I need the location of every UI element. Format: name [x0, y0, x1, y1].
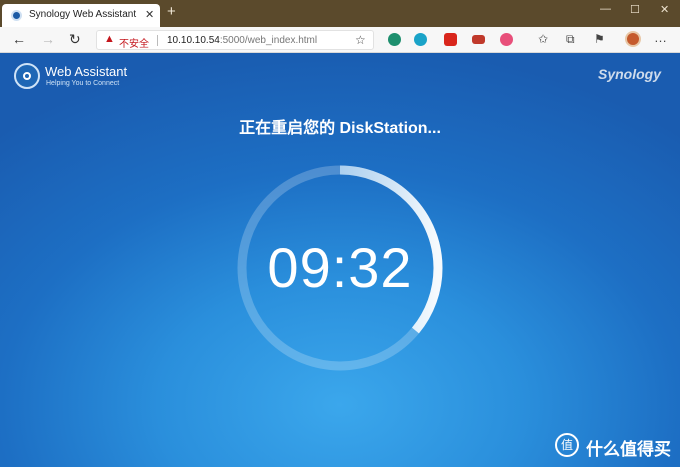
reboot-status-text: 正在重启您的 DiskStation...: [239, 120, 441, 137]
back-button[interactable]: ←: [12, 31, 26, 47]
address-bar[interactable]: ▲ 不安全 10.10.10.54:5000/web_index.html ☆: [96, 30, 374, 50]
warning-icon: ▲: [104, 33, 115, 45]
tab-title: Synology Web Assistant: [29, 9, 137, 20]
url-text: 10.10.10.54:5000/web_index.html: [167, 35, 317, 46]
favorites-icon[interactable]: ✩: [538, 32, 548, 46]
new-tab-button[interactable]: +: [167, 4, 176, 20]
synology-brand: Synology: [598, 66, 662, 82]
extension-green-icon[interactable]: [388, 33, 401, 46]
maximize-button[interactable]: ☐: [630, 3, 640, 16]
watermark-text: 什么值得买: [586, 440, 671, 459]
close-window-button[interactable]: ✕: [660, 3, 669, 16]
refresh-button[interactable]: ↻: [69, 31, 81, 47]
tab-close-icon[interactable]: ✕: [145, 8, 154, 21]
countdown-timer: 09:32: [267, 236, 413, 299]
logo-title: Web Assistant: [45, 64, 128, 79]
web-assistant-logo-icon: [14, 63, 40, 89]
security-label: 不安全: [119, 39, 149, 50]
address-divider: [157, 35, 158, 46]
extension-flag-icon[interactable]: [472, 35, 485, 44]
zhi-icon: 值: [555, 433, 579, 457]
forward-button[interactable]: →: [41, 31, 55, 47]
favorite-star-icon[interactable]: ☆: [355, 33, 366, 47]
feedback-icon[interactable]: ⚑: [594, 32, 605, 46]
browser-tab[interactable]: Synology Web Assistant ✕: [2, 4, 160, 27]
collections-icon[interactable]: ⧉: [566, 32, 575, 47]
profile-avatar[interactable]: [625, 31, 641, 47]
extension-colorful-icon[interactable]: [500, 33, 513, 46]
browser-titlebar: Synology Web Assistant ✕ + — ☐ ✕: [0, 0, 680, 27]
logo-subtitle: Helping You to Connect: [46, 80, 120, 87]
minimize-button[interactable]: —: [600, 3, 611, 15]
more-menu-icon[interactable]: …: [654, 30, 667, 45]
browser-toolbar: ← → ↻ ▲ 不安全 10.10.10.54:5000/web_index.h…: [0, 27, 680, 53]
synology-favicon-icon: [11, 10, 22, 21]
extension-cyan-icon[interactable]: [414, 33, 427, 46]
url-path: :5000/web_index.html: [219, 35, 318, 46]
extension-red-icon[interactable]: [444, 33, 457, 46]
web-assistant-page: Web Assistant Helping You to Connect Syn…: [0, 53, 680, 467]
url-host: 10.10.10.54: [167, 35, 220, 46]
